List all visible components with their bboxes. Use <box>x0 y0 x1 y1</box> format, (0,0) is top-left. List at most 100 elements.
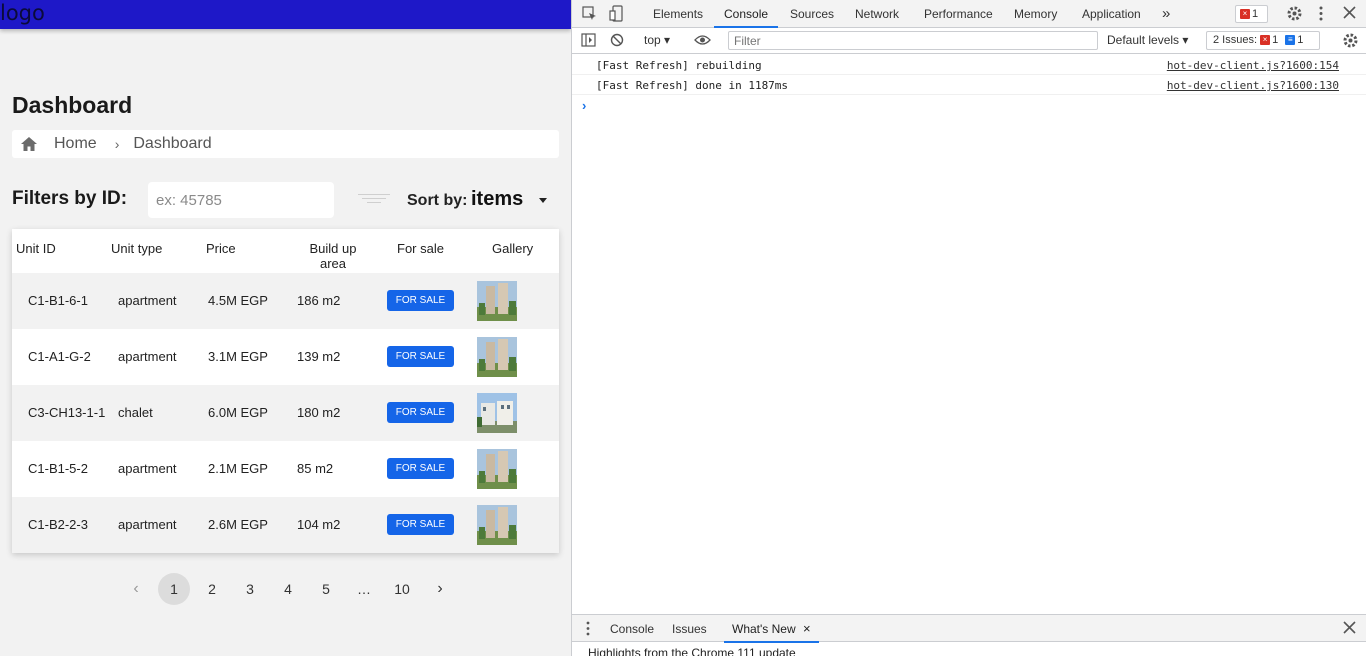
price-cell: 3.1M EGP <box>208 349 268 364</box>
home-icon[interactable] <box>20 136 38 152</box>
chevron-right-icon[interactable]: › <box>424 573 456 605</box>
tab-application[interactable]: Application <box>1082 0 1141 28</box>
column-header-price: Price <box>206 241 236 256</box>
sort-select[interactable]: items <box>471 188 523 211</box>
drawer-menu-icon[interactable] <box>586 621 590 639</box>
table-row[interactable]: C3-CH13-1-1 chalet 6.0M EGP 180 m2 FOR S… <box>12 385 559 441</box>
console-toolbar: top ▾ Default levels ▾ 2 Issues: ×1 ≡1 <box>572 28 1366 54</box>
tab-sources[interactable]: Sources <box>790 0 834 28</box>
unit-type-cell: apartment <box>118 517 177 532</box>
app-viewport: logo Dashboard Home › Dashboard Filters … <box>0 0 571 656</box>
log-message: [Fast Refresh] rebuilding <box>596 59 762 72</box>
breadcrumb-home-link[interactable]: Home <box>54 135 97 153</box>
page-button-3[interactable]: 3 <box>234 573 266 605</box>
column-header-for-sale: For sale <box>397 241 444 256</box>
tab-memory[interactable]: Memory <box>1014 0 1057 28</box>
gallery-thumbnail[interactable] <box>477 281 517 321</box>
issues-counter[interactable]: 2 Issues: × 1 ≡ 1 <box>1206 31 1320 50</box>
issue-info-icon: ≡ <box>1285 35 1296 46</box>
console-log-entry: [Fast Refresh] done in 1187ms hot-dev-cl… <box>572 75 1366 95</box>
gallery-thumbnail[interactable] <box>477 337 517 377</box>
log-source-link[interactable]: hot-dev-client.js?1600:154 <box>1167 59 1339 72</box>
tab-elements[interactable]: Elements <box>653 0 703 28</box>
console-log-entry: [Fast Refresh] rebuilding hot-dev-client… <box>572 55 1366 75</box>
filter-id-input[interactable] <box>148 182 334 218</box>
drawer-tab-console[interactable]: Console <box>610 615 654 643</box>
gallery-thumbnail[interactable] <box>477 393 517 433</box>
table-row[interactable]: C1-B1-6-1 apartment 4.5M EGP 186 m2 FOR … <box>12 273 559 329</box>
for-sale-button[interactable]: FOR SALE <box>387 290 454 311</box>
gallery-thumbnail[interactable] <box>477 505 517 545</box>
for-sale-button[interactable]: FOR SALE <box>387 458 454 479</box>
close-icon[interactable] <box>1343 6 1356 22</box>
inspect-element-icon[interactable] <box>582 6 597 24</box>
for-sale-button[interactable]: FOR SALE <box>387 514 454 535</box>
unit-id-cell: C1-B1-6-1 <box>28 293 88 308</box>
console-filter-input[interactable] <box>728 31 1098 50</box>
log-message: [Fast Refresh] done in 1187ms <box>596 79 789 92</box>
drawer-tab-whats-new[interactable]: What's New × <box>724 615 819 643</box>
issues-label: 2 Issues: <box>1213 34 1258 46</box>
drawer-tab-issues[interactable]: Issues <box>672 615 707 643</box>
column-header-unit-id: Unit ID <box>16 241 56 256</box>
filters-label: Filters by ID: <box>12 188 128 209</box>
table-row[interactable]: C1-B1-5-2 apartment 2.1M EGP 85 m2 FOR S… <box>12 441 559 497</box>
unit-id-cell: C1-B1-5-2 <box>28 461 88 476</box>
whats-new-headline: Highlights from the Chrome 111 update <box>588 646 796 656</box>
logo[interactable]: logo <box>0 0 45 26</box>
filter-icon[interactable] <box>358 194 390 208</box>
close-tab-icon[interactable]: × <box>803 621 811 636</box>
eye-icon[interactable] <box>694 34 711 49</box>
drawer-close-icon[interactable] <box>1343 621 1356 637</box>
log-levels-label: Default levels <box>1107 33 1180 47</box>
top-navbar: logo <box>0 0 571 29</box>
table-row[interactable]: C1-A1-G-2 apartment 3.1M EGP 139 m2 FOR … <box>12 329 559 385</box>
price-cell: 6.0M EGP <box>208 405 268 420</box>
log-source-link[interactable]: hot-dev-client.js?1600:130 <box>1167 79 1339 92</box>
error-flag-icon: × <box>1240 9 1250 20</box>
page-button-4[interactable]: 4 <box>272 573 304 605</box>
area-cell: 104 m2 <box>297 517 341 532</box>
area-cell: 180 m2 <box>297 405 341 420</box>
caret-down-icon[interactable] <box>539 198 547 203</box>
table-header: Unit ID Unit type Price Build up area Fo… <box>12 229 559 273</box>
page-button-2[interactable]: 2 <box>196 573 228 605</box>
settings-gear-icon[interactable] <box>1286 5 1303 25</box>
page-button-10[interactable]: 10 <box>386 573 418 605</box>
error-count: 1 <box>1252 8 1259 20</box>
more-tabs-icon[interactable]: » <box>1162 0 1170 28</box>
error-count-badge[interactable]: × 1 <box>1235 5 1268 23</box>
area-cell: 85 m2 <box>297 461 334 476</box>
kebab-menu-icon[interactable] <box>1318 5 1324 25</box>
context-select[interactable]: top ▾ <box>644 33 670 47</box>
sidebar-toggle-icon[interactable] <box>581 33 596 50</box>
price-cell: 2.6M EGP <box>208 517 268 532</box>
page-title: Dashboard <box>12 92 133 118</box>
gallery-thumbnail[interactable] <box>477 449 517 489</box>
for-sale-button[interactable]: FOR SALE <box>387 402 454 423</box>
table-row[interactable]: C1-B2-2-3 apartment 2.6M EGP 104 m2 FOR … <box>12 497 559 553</box>
page-button-5[interactable]: 5 <box>310 573 342 605</box>
unit-type-cell: chalet <box>118 405 153 420</box>
device-toolbar-icon[interactable] <box>609 5 623 25</box>
area-cell: 186 m2 <box>297 293 341 308</box>
tab-network[interactable]: Network <box>855 0 899 28</box>
console-settings-gear-icon[interactable] <box>1342 32 1359 52</box>
breadcrumb-current: Dashboard <box>133 135 212 152</box>
units-table: Unit ID Unit type Price Build up area Fo… <box>12 229 559 553</box>
column-header-unit-type: Unit type <box>111 241 163 256</box>
tab-console[interactable]: Console <box>714 0 779 28</box>
page-button-1[interactable]: 1 <box>158 573 190 605</box>
screen: logo Dashboard Home › Dashboard Filters … <box>0 0 1366 656</box>
price-cell: 2.1M EGP <box>208 461 268 476</box>
unit-id-cell: C3-CH13-1-1 <box>28 405 106 420</box>
chevron-left-icon[interactable]: ‹ <box>120 573 152 605</box>
whats-new-content: Highlights from the Chrome 111 update <box>572 642 1366 656</box>
log-levels-dropdown[interactable]: Default levels ▾ <box>1107 33 1188 47</box>
issues-error-count: 1 <box>1272 34 1279 46</box>
devtools-panel: Elements Console Sources Network Perform… <box>571 0 1366 656</box>
console-prompt-icon[interactable]: › <box>582 98 586 113</box>
tab-performance[interactable]: Performance <box>924 0 993 28</box>
clear-console-icon[interactable] <box>610 33 624 50</box>
for-sale-button[interactable]: FOR SALE <box>387 346 454 367</box>
